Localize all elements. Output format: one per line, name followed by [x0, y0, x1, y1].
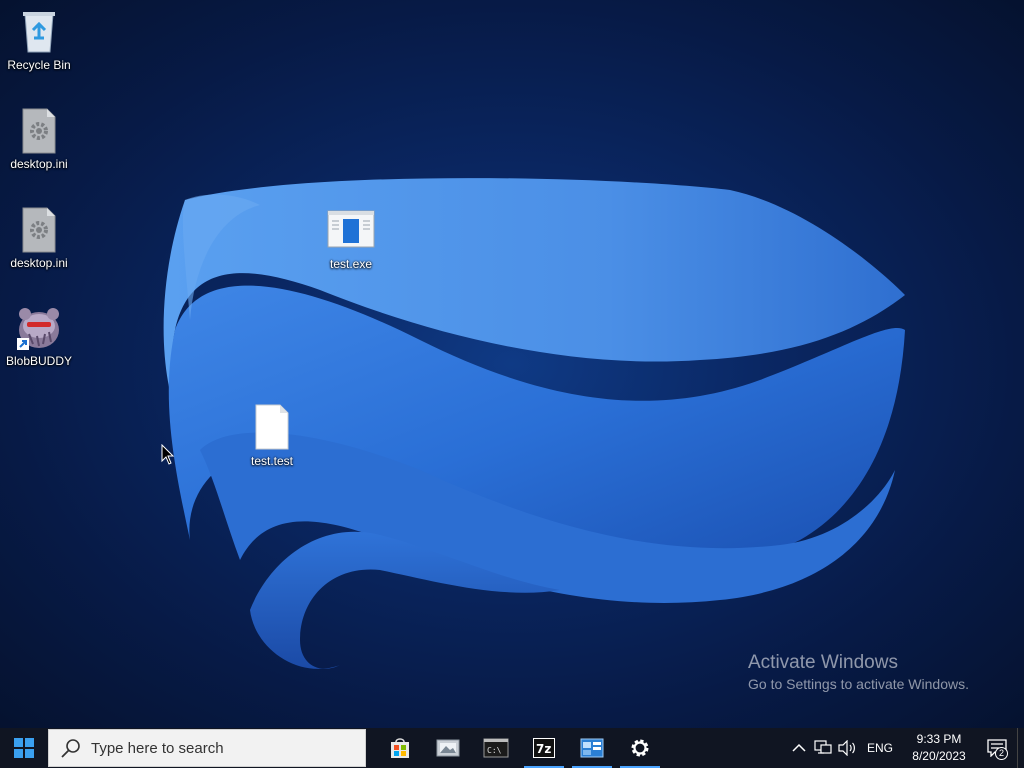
taskbar-clock[interactable]: 9:33 PM 8/20/2023 [901, 731, 977, 765]
network-icon [814, 740, 832, 754]
taskbar-search-box[interactable]: Type here to search [48, 729, 366, 767]
store-icon [391, 738, 409, 758]
start-button[interactable] [0, 728, 48, 768]
control-panel-icon [580, 738, 604, 758]
activation-subtitle: Go to Settings to activate Windows. [748, 676, 969, 692]
mouse-pointer-icon [161, 444, 175, 465]
cmd-icon: C:\ [483, 738, 509, 758]
volume-button[interactable] [835, 728, 859, 768]
svg-text:7z: 7z [536, 742, 551, 756]
desktop-icon-label: test.exe [329, 257, 373, 271]
network-status-button[interactable] [811, 728, 835, 768]
blank-file-icon [248, 404, 296, 452]
desktop[interactable]: Recycle Bin desktop.ini desktop.ini Blob… [0, 0, 1024, 728]
clock-date: 8/20/2023 [912, 749, 966, 763]
taskbar-app-command-prompt[interactable]: C:\ [472, 728, 520, 768]
desktop-icon-label: BlobBUDDY [5, 354, 73, 368]
search-placeholder: Type here to search [91, 739, 224, 757]
wallpaper-bloom [163, 178, 905, 669]
taskbar-app-store[interactable] [376, 728, 424, 768]
input-language-indicator[interactable]: ENG [859, 741, 901, 755]
blobbuddy-shortcut-icon [15, 304, 63, 352]
action-center-button[interactable]: 2 [977, 728, 1017, 768]
desktop-icon-desktop-ini[interactable]: desktop.ini [1, 107, 77, 171]
settings-file-icon [15, 107, 63, 155]
desktop-icon-recycle-bin[interactable]: Recycle Bin [1, 8, 77, 72]
speaker-icon [838, 740, 855, 756]
desktop-icon-label: desktop.ini [10, 157, 68, 171]
gear-icon [631, 739, 649, 757]
taskbar: Type here to search C:\ 7z ENG 9:33 PM 8… [0, 728, 1024, 768]
recycle-bin-icon [15, 8, 63, 56]
taskbar-app-7zip[interactable]: 7z [520, 728, 568, 768]
activation-watermark: Activate Windows Go to Settings to activ… [748, 652, 969, 694]
desktop-icon-label: desktop.ini [10, 256, 68, 270]
activation-title: Activate Windows [748, 652, 898, 673]
executable-file-icon [327, 207, 375, 255]
clock-time: 9:33 PM [916, 732, 962, 746]
taskbar-app-image-viewer[interactable] [424, 728, 472, 768]
show-hidden-icons-button[interactable] [787, 728, 811, 768]
7zip-icon: 7z [533, 738, 555, 758]
system-tray: ENG 9:33 PM 8/20/2023 2 [787, 728, 1024, 768]
taskbar-app-settings[interactable] [616, 728, 664, 768]
svg-text:C:\: C:\ [487, 746, 502, 755]
image-viewer-icon [436, 739, 460, 757]
desktop-icon-blobbuddy[interactable]: BlobBUDDY [1, 304, 77, 368]
desktop-icon-label: Recycle Bin [7, 58, 71, 72]
taskbar-app-control-panel[interactable] [568, 728, 616, 768]
notification-count-badge: 2 [995, 747, 1008, 760]
windows-logo-icon [14, 738, 34, 758]
desktop-icon-test-test[interactable]: test.test [234, 404, 310, 468]
desktop-icon-label: test.test [250, 454, 294, 468]
desktop-icon-desktop-ini[interactable]: desktop.ini [1, 206, 77, 270]
chevron-up-icon [792, 743, 806, 752]
settings-file-icon [15, 206, 63, 254]
search-icon [61, 739, 80, 758]
show-desktop-button[interactable] [1017, 728, 1024, 768]
desktop-icon-test-exe[interactable]: test.exe [313, 207, 389, 271]
